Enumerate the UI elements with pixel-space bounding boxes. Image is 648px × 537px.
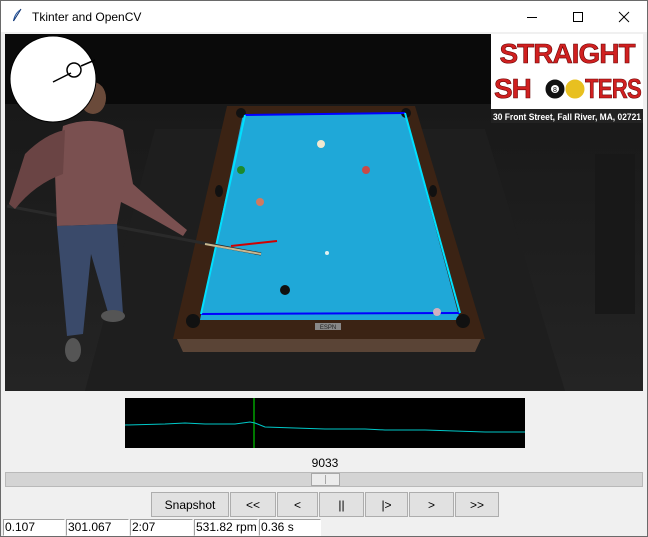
frame-slider-thumb[interactable]	[311, 473, 340, 486]
status-field: 2:07	[130, 519, 193, 536]
skip-forward-button[interactable]: >>	[455, 492, 499, 517]
pocket	[429, 185, 437, 197]
playback-controls: Snapshot << < || |> > >>	[1, 492, 648, 518]
maximize-icon	[573, 12, 583, 22]
sign-line2-a: SH	[494, 73, 531, 104]
ball	[256, 198, 264, 206]
close-button[interactable]	[601, 1, 647, 32]
speed-graph	[124, 398, 525, 448]
table-apron	[177, 339, 481, 352]
status-bar: 0.107 301.067 2:07 531.82 rpm 0.36 s	[1, 519, 648, 536]
skip-back-button[interactable]: <<	[230, 492, 276, 517]
close-icon	[618, 11, 630, 23]
pocket	[456, 314, 470, 328]
step-forward-button[interactable]: >	[409, 492, 454, 517]
pause-button[interactable]: ||	[319, 492, 364, 517]
ball	[362, 166, 370, 174]
title-bar: Tkinter and OpenCV	[1, 1, 647, 32]
ball	[433, 308, 441, 316]
minimize-button[interactable]	[509, 1, 555, 32]
play-button[interactable]: |>	[365, 492, 408, 517]
eight-ball	[280, 285, 290, 295]
status-field: 0.107	[3, 519, 65, 536]
player-shoe	[65, 338, 81, 362]
window-title: Tkinter and OpenCV	[32, 10, 142, 24]
ball	[237, 166, 245, 174]
app-window: Tkinter and OpenCV ESPN STRAIGHT SH 8 TE…	[0, 0, 648, 537]
player-shoe	[101, 310, 125, 322]
frame-number: 9033	[311, 456, 339, 470]
status-field: 531.82 rpm	[194, 519, 258, 536]
sign-line1: STRAIGHT	[499, 38, 635, 69]
spin-indicator	[9, 35, 97, 123]
maximize-button[interactable]	[555, 1, 601, 32]
svg-text:8: 8	[553, 87, 557, 94]
cushion-line-bottom	[200, 312, 461, 315]
status-field: 0.36 s	[259, 519, 321, 536]
step-back-button[interactable]: <	[277, 492, 318, 517]
pocket	[186, 314, 200, 328]
graph-line	[124, 421, 525, 433]
ball-logo-icon	[564, 78, 586, 100]
sign-address: 30 Front Street, Fall River, MA, 02721	[493, 112, 641, 122]
feather-icon	[13, 8, 22, 22]
ball	[317, 140, 325, 148]
cue-ball	[325, 251, 329, 255]
snapshot-button[interactable]: Snapshot	[151, 492, 229, 517]
minimize-icon	[527, 17, 537, 18]
pocket	[215, 185, 223, 197]
video-frame: ESPN STRAIGHT SH 8 TERS 30 Front Street,…	[5, 34, 643, 391]
sign-line2-b: TERS	[585, 73, 641, 104]
status-field: 301.067	[66, 519, 129, 536]
frame-slider[interactable]	[5, 472, 643, 487]
table-brand: ESPN	[320, 325, 336, 331]
